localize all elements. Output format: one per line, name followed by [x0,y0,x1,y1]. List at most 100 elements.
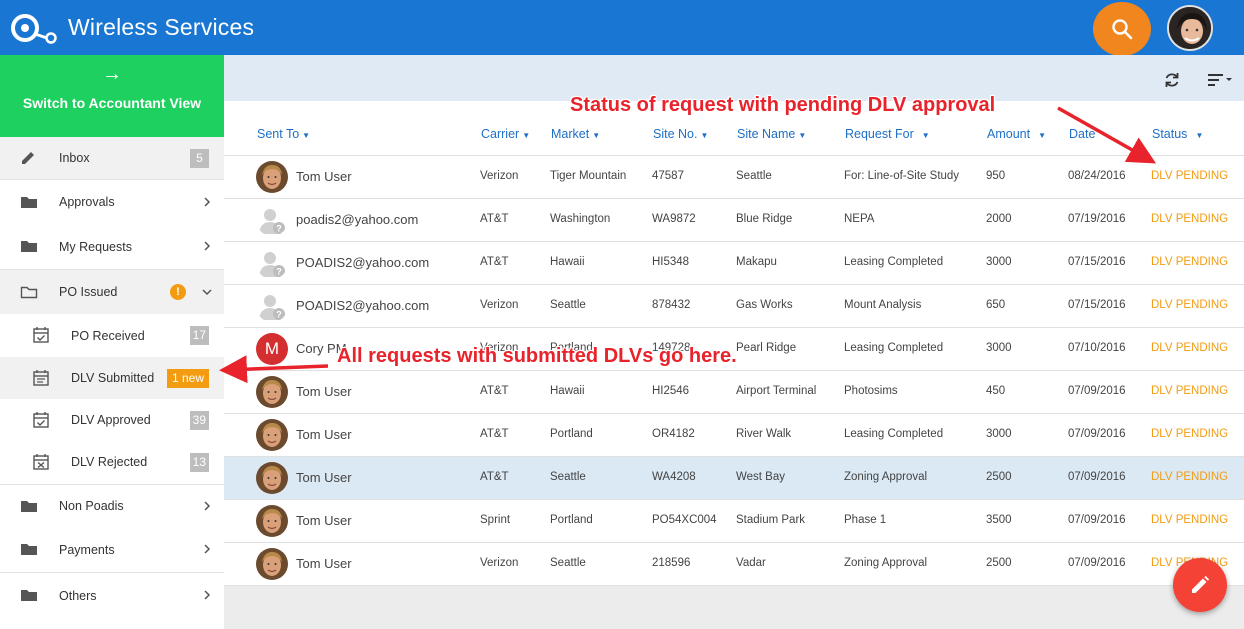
carrier-cell: AT&T [480,213,509,225]
table-row[interactable]: ? POADIS2@yahoo.com Verizon Seattle 878432 Ga… [224,284,1244,327]
column-header-site-name[interactable]: Site Name ▼ [737,127,806,141]
sort-caret-icon: ▼ [1038,131,1047,140]
site-no-cell: HI5348 [652,256,690,268]
sidebar-item-label: Payments [59,542,115,557]
column-header-label: Carrier [481,127,520,141]
market-cell: Tiger Mountain [550,170,627,182]
requests-table: Sent To ▼ Carrier ▼ Market ▼ Site No. ▼ Site… [224,101,1244,586]
svg-text:?: ? [276,310,282,320]
column-header-site-no[interactable]: Site No. ▼ [653,127,708,141]
sidebar-item-non-poadis[interactable]: Non Poadis [0,485,224,527]
column-header-sent-to[interactable]: Sent To ▼ [257,127,310,141]
svg-text:?: ? [276,267,282,277]
sidebar-item-payments[interactable]: Payments [0,527,224,572]
amount-cell: 3000 [986,256,1012,268]
sent-to-cell: Tom User [296,470,352,485]
column-header-request-for[interactable]: Request For ▼ [845,127,930,141]
request-for-cell: Zoning Approval [844,557,928,569]
user-photo-icon [256,161,288,193]
status-cell: DLV PENDING [1151,385,1229,397]
column-header-label: Request For [845,127,914,141]
sort-caret-icon: ▼ [798,131,807,140]
carrier-cell: AT&T [480,471,509,483]
site-no-cell: 47587 [652,170,684,182]
carrier-cell: AT&T [480,256,509,268]
column-header-date[interactable]: Date [1069,127,1095,141]
sidebar-item-label: DLV Approved [71,413,151,427]
table-row[interactable]: Tom User Sprint Portland PO54XC004 Stadium P… [224,499,1244,542]
market-cell: Washington [550,213,611,225]
sidebar-item-dlv-submitted[interactable]: DLV Submitted 1 new [0,357,224,399]
request-for-cell: Zoning Approval [844,471,928,483]
column-header-label: Site Name [737,127,796,141]
column-header-label: Sent To [257,127,300,141]
column-header-carrier[interactable]: Carrier ▼ [481,127,530,141]
status-cell: DLV PENDING [1151,256,1229,268]
sidebar-item-label: DLV Submitted [71,371,155,385]
sidebar-item-approvals[interactable]: Approvals [0,180,224,224]
unknown-user-icon: ? [256,204,288,236]
sort-caret-icon: ▼ [592,131,601,140]
column-header-label: Status [1152,127,1188,141]
search-icon [1112,19,1133,40]
search-button[interactable] [1093,2,1151,56]
date-cell: 08/24/2016 [1068,170,1126,182]
table-row[interactable]: Tom User AT&T Hawaii HI2546 Airport Terminal… [224,370,1244,413]
folder-icon [21,501,37,512]
app-title: Wireless Services [68,14,255,40]
date-cell: 07/09/2016 [1068,471,1126,483]
market-cell: Hawaii [550,385,585,397]
table-row[interactable]: Tom User AT&T Portland OR4182 River Walk Leas… [224,413,1244,456]
sent-to-cell: Tom User [296,384,352,399]
status-cell: DLV PENDING [1151,471,1229,483]
table-row[interactable]: Tom User Verizon Seattle 218596 Vadar Zoning … [224,542,1244,585]
request-for-cell: Leasing Completed [844,342,944,354]
carrier-cell: AT&T [480,385,509,397]
market-cell: Portland [550,428,593,440]
date-cell: 07/15/2016 [1068,299,1126,311]
request-for-cell: Phase 1 [844,514,887,526]
refresh-icon[interactable] [1162,70,1182,90]
sort-icon[interactable] [1206,70,1232,90]
table-row[interactable]: ? POADIS2@yahoo.com AT&T Hawaii HI5348 Makapu… [224,241,1244,284]
folder-icon [21,241,37,252]
sidebar-item-po-issued[interactable]: PO Issued ! [0,270,224,314]
switch-view-button[interactable]: → Switch to Accountant View [0,55,224,137]
market-cell: Seattle [550,299,586,311]
column-header-status[interactable]: Status ▼ [1152,127,1203,141]
sort-caret-icon: ▼ [700,131,709,140]
sidebar-item-others[interactable]: Others [0,573,224,618]
column-header-market[interactable]: Market ▼ [551,127,600,141]
table-row[interactable]: Tom User AT&T Seattle WA4208 West Bay Zoning … [224,456,1244,499]
sent-to-cell: Tom User [296,556,352,571]
user-photo-icon [256,505,288,537]
table-row[interactable]: ? poadis2@yahoo.com AT&T Washington WA9872 Bl… [224,198,1244,241]
sidebar-item-my-requests[interactable]: My Requests [0,224,224,269]
status-annotation: Status of request with pending DLV appro… [570,94,996,116]
column-header-amount[interactable]: Amount ▼ [987,127,1046,141]
carrier-cell: Verizon [480,170,519,182]
site-name-cell: River Walk [736,428,792,440]
site-name-cell: Pearl Ridge [736,342,797,354]
sent-to-cell: Tom User [296,427,352,442]
status-cell: DLV PENDING [1151,342,1229,354]
sidebar-item-inbox[interactable]: Inbox 5 [0,137,224,179]
chevron-right-icon [204,544,211,554]
site-name-cell: Blue Ridge [736,213,793,225]
table-row[interactable]: Tom User Verizon Tiger Mountain 47587 Seattl… [224,155,1244,198]
compose-fab-button[interactable] [1173,558,1227,612]
site-no-cell: 218596 [652,557,691,569]
sidebar-item-po-received[interactable]: PO Received 17 [0,314,224,357]
request-for-cell: For: Line-of-Site Study [844,170,960,182]
folder-icon [21,544,37,555]
sidebar-item-dlv-approved[interactable]: DLV Approved 39 [0,399,224,441]
dlv-annotation: All requests with submitted DLVs go here… [337,345,737,367]
sort-caret-icon: ▼ [522,131,531,140]
sidebar-item-label: My Requests [59,239,132,254]
date-cell: 07/19/2016 [1068,213,1126,225]
sidebar-item-dlv-rejected[interactable]: DLV Rejected 13 [0,441,224,483]
site-name-cell: Stadium Park [736,514,806,526]
user-avatar[interactable] [1167,5,1213,51]
user-photo-icon [256,462,288,494]
date-cell: 07/09/2016 [1068,385,1126,397]
